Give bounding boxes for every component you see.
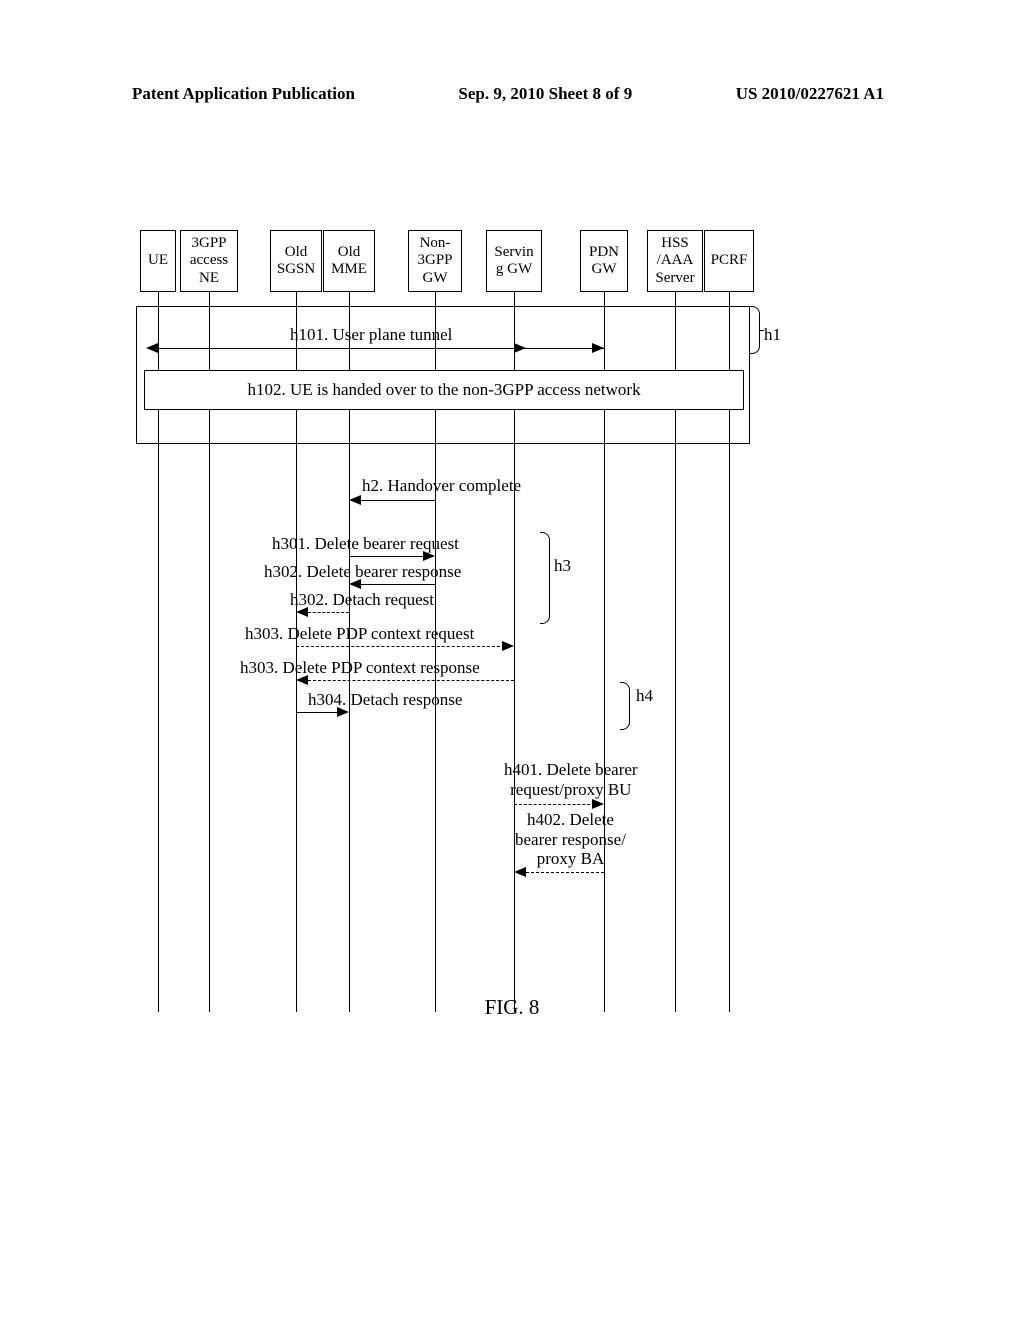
arrow-h303b	[308, 680, 514, 681]
entity-box: UE	[140, 230, 176, 292]
figure-caption: FIG. 8	[0, 995, 1024, 1020]
arrow-head-h2	[349, 495, 361, 505]
arrow-h302a	[361, 584, 435, 585]
msg-h302b: h302. Detach request	[290, 590, 434, 610]
arrow-h2	[361, 500, 435, 501]
arrow-h303a	[296, 646, 505, 647]
msg-h304: h304. Detach response	[308, 690, 462, 710]
arrow-h304	[296, 712, 340, 713]
annot-h4: h4	[636, 686, 653, 706]
arrow-h301	[349, 556, 427, 557]
header-center: Sep. 9, 2010 Sheet 8 of 9	[458, 84, 632, 104]
arrow-head-h101b-right	[592, 343, 604, 353]
annot-h1: h1	[764, 325, 781, 345]
page-header: Patent Application Publication Sep. 9, 2…	[0, 84, 1024, 104]
arrow-head-h304	[337, 707, 349, 717]
msg-h401: h401. Delete bearer request/proxy BU	[504, 760, 638, 799]
arrow-h402	[526, 872, 604, 873]
entity-box: Old MME	[323, 230, 375, 292]
curve-h1	[750, 306, 760, 354]
box-h102: h102. UE is handed over to the non-3GPP …	[144, 370, 744, 410]
curve-h4	[620, 682, 630, 730]
arrow-head-h303a	[502, 641, 514, 651]
entity-box: 3GPP access NE	[180, 230, 238, 292]
text-h102: h102. UE is handed over to the non-3GPP …	[247, 380, 640, 400]
entity-box: HSS /AAA Server	[647, 230, 703, 292]
arrow-head-h303b	[296, 675, 308, 685]
arrow-head-h301	[423, 551, 435, 561]
arrow-head-h302b	[296, 607, 308, 617]
curve-h3	[540, 532, 550, 624]
entity-box: Old SGSN	[270, 230, 322, 292]
annot-h3: h3	[554, 556, 571, 576]
msg-h101: h101. User plane tunnel	[290, 325, 452, 345]
header-right: US 2010/0227621 A1	[736, 84, 884, 104]
curve-stem-h1	[760, 330, 764, 331]
entity-box: PDN GW	[580, 230, 628, 292]
msg-h303a: h303. Delete PDP context request	[245, 624, 474, 644]
arrow-head-h402	[514, 867, 526, 877]
arrow-h101b	[514, 348, 604, 349]
msg-h302a: h302. Delete bearer response	[264, 562, 461, 582]
arrow-h302b	[308, 612, 349, 613]
arrow-head-h302a	[349, 579, 361, 589]
arrow-head-h401	[592, 799, 604, 809]
msg-h402: h402. Delete bearer response/ proxy BA	[515, 810, 626, 869]
arrow-head-h101a-left	[146, 343, 158, 353]
msg-h2: h2. Handover complete	[362, 476, 521, 496]
entity-box: PCRF	[704, 230, 754, 292]
entity-box: Servin g GW	[486, 230, 542, 292]
msg-h303b: h303. Delete PDP context response	[240, 658, 480, 678]
arrow-h401	[514, 804, 595, 805]
sequence-diagram: UE3GPP access NE Old SGSNOld MME Non- 3GPP…	[140, 230, 860, 1030]
entity-box: Non- 3GPP GW	[408, 230, 462, 292]
arrow-h101a	[158, 348, 514, 349]
header-left: Patent Application Publication	[132, 84, 355, 104]
